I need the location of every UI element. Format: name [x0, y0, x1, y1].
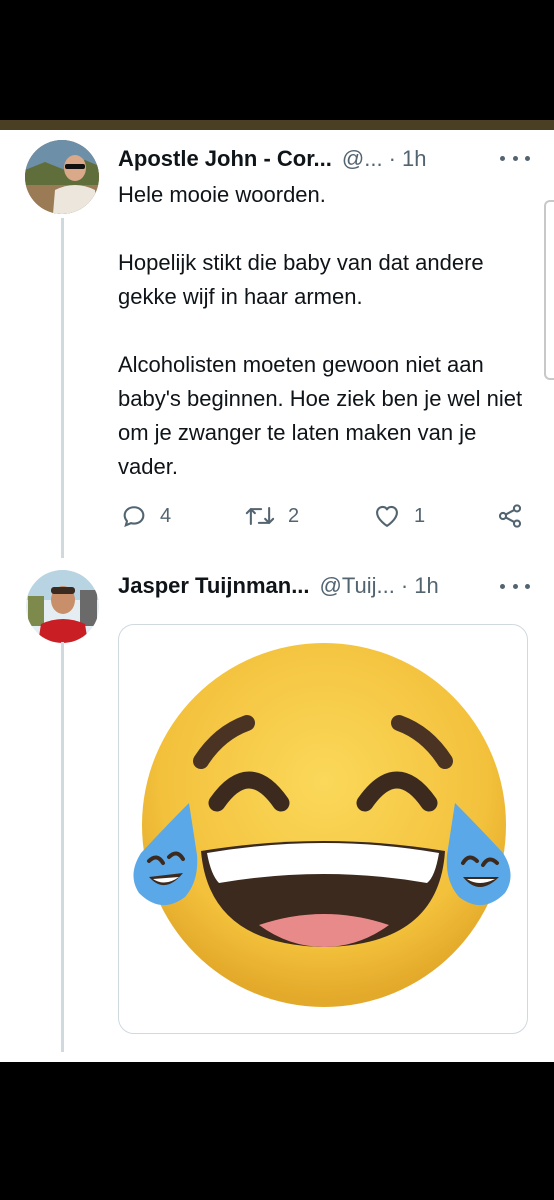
display-name[interactable]: Jasper Tuijnman... [118, 573, 310, 599]
more-icon[interactable] [500, 580, 530, 592]
display-name[interactable]: Apostle John - Cor... [118, 146, 332, 172]
avatar[interactable] [26, 570, 99, 643]
top-bar [0, 0, 554, 120]
tweet-paragraph: Alcoholisten moeten gewoon niet aan baby… [118, 352, 523, 479]
handle[interactable]: @Tuij... [320, 573, 395, 599]
tweet-text: Hele mooie woorden. Hopelijk stikt die b… [118, 178, 523, 484]
thread-line [61, 642, 64, 1052]
reply-count: 4 [160, 504, 172, 527]
retweet-button[interactable]: 2 [244, 502, 299, 530]
tears-of-joy-emoji-icon [133, 643, 511, 1007]
thread-line [61, 218, 64, 558]
tweet-header: Jasper Tuijnman... @Tuij... · 1h [118, 571, 439, 601]
share-button[interactable] [496, 502, 524, 530]
tweet-paragraph: Hele mooie woorden. [118, 182, 326, 207]
retweet-count: 2 [288, 504, 300, 527]
more-icon[interactable] [500, 152, 530, 164]
timestamp[interactable]: · 1h [401, 573, 439, 599]
tweet-paragraph: Hopelijk stikt die baby van dat andere g… [118, 250, 484, 309]
like-icon [376, 505, 398, 527]
reply-button[interactable]: 4 [120, 502, 171, 530]
handle[interactable]: @... [342, 146, 383, 172]
like-count: 1 [414, 504, 426, 527]
avatar[interactable] [25, 140, 99, 214]
reply-icon [123, 506, 145, 528]
bottom-bar [0, 1062, 554, 1200]
retweet-icon [245, 506, 275, 526]
share-icon [498, 504, 522, 528]
like-button[interactable]: 1 [372, 502, 425, 530]
tweet-header: Apostle John - Cor... @... · 1h [118, 144, 427, 174]
status-strip [0, 120, 554, 130]
tweet-media[interactable] [118, 624, 528, 1034]
timestamp[interactable]: · 1h [389, 146, 427, 172]
timeline[interactable]: Apostle John - Cor... @... · 1h Hele moo… [0, 130, 554, 1062]
scrollbar[interactable] [544, 200, 554, 380]
